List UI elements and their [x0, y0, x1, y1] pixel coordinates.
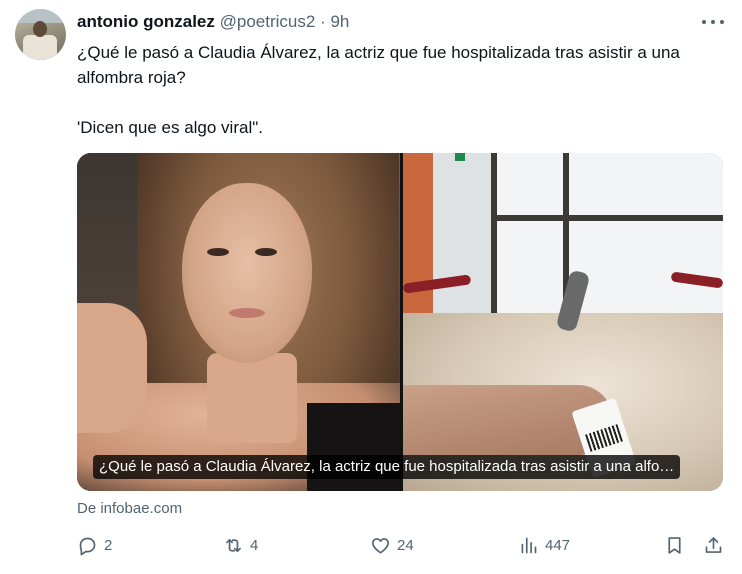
bookmark-icon — [668, 536, 681, 554]
retweet-icon — [226, 538, 241, 552]
tweet-text-line: 'Dicen que es algo viral". — [77, 118, 263, 137]
card-source[interactable]: De infobae.com — [77, 499, 182, 519]
views-button[interactable]: 447 — [518, 530, 570, 560]
tweet-text: ¿Qué le pasó a Claudia Álvarez, la actri… — [77, 40, 727, 140]
retweet-button[interactable]: 4 — [223, 530, 258, 560]
tweet-header: antonio gonzalez @poetricus2 · 9h — [77, 11, 349, 33]
link-card[interactable]: ¿Qué le pasó a Claudia Álvarez, la actri… — [77, 153, 723, 491]
card-caption: ¿Qué le pasó a Claudia Álvarez, la actri… — [93, 455, 681, 479]
more-icon[interactable] — [702, 13, 724, 31]
views-count: 447 — [545, 536, 571, 554]
tweet-text-line: ¿Qué le pasó a Claudia Álvarez, la actri… — [77, 43, 680, 87]
card-image-right — [402, 153, 723, 491]
card-image-left — [77, 153, 400, 491]
reply-button[interactable]: 2 — [77, 530, 112, 560]
reply-count: 2 — [104, 536, 113, 554]
author-handle[interactable]: @poetricus2 — [220, 12, 316, 31]
separator-dot: · — [320, 12, 326, 31]
bookmark-button[interactable] — [664, 530, 685, 560]
author-name[interactable]: antonio gonzalez — [77, 12, 215, 31]
reply-icon — [79, 537, 96, 555]
share-icon — [705, 536, 722, 553]
action-bar: 2 4 24 447 — [77, 530, 727, 560]
share-button[interactable] — [703, 530, 724, 560]
avatar[interactable] — [15, 9, 66, 60]
views-icon — [521, 537, 537, 553]
retweet-count: 4 — [250, 536, 259, 554]
like-button[interactable]: 24 — [370, 530, 414, 560]
heart-icon — [372, 537, 389, 554]
tweet-time[interactable]: 9h — [330, 12, 349, 31]
like-count: 24 — [397, 536, 414, 554]
